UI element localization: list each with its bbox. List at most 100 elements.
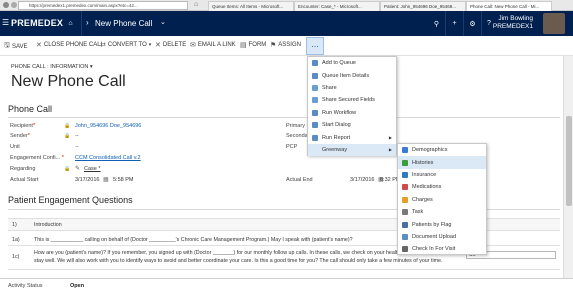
- email-icon: ✉: [190, 42, 196, 49]
- page-title: New Phone Call: [11, 73, 126, 90]
- assign-button[interactable]: ⚑ ASSIGN: [270, 41, 301, 49]
- menu-item-queue-details[interactable]: Queue Item Details: [308, 69, 396, 81]
- unit-label: Unit: [10, 144, 20, 150]
- nav-title: New Phone Call: [95, 19, 153, 28]
- tab-patient[interactable]: Patient: John_954696 Doe_95469...: [380, 1, 466, 11]
- tab-queue-items[interactable]: Queue Items: All Items - Microsoft...: [208, 1, 294, 11]
- upload-icon: [402, 233, 408, 240]
- scrollbar[interactable]: [563, 56, 573, 278]
- submenu-item-label: Check In For Visit: [412, 246, 456, 253]
- question-text: This is ___________ calling on behalf of…: [34, 237, 353, 243]
- email-link-button[interactable]: ✉ EMAIL A LINK: [190, 41, 236, 49]
- close-phone-call-button[interactable]: ✕ CLOSE PHONE CALL: [36, 41, 104, 49]
- submenu-item-charges[interactable]: Charges: [398, 194, 486, 206]
- command-bar: 🖫 SAVE ✕ CLOSE PHONE CALL ⇄ CONVERT TO ▾ ✕ DE…: [0, 36, 573, 56]
- delete-label: DELETE: [162, 42, 187, 48]
- search-button[interactable]: ⚲: [428, 11, 446, 36]
- address-bar[interactable]: https://premedex1.premedex.com/main.aspx…: [18, 1, 188, 10]
- sender-value[interactable]: --: [75, 133, 79, 139]
- breadcrumb-label: PHONE CALL : INFORMATION: [11, 64, 89, 70]
- submenu-item-histories[interactable]: Histories: [398, 156, 486, 169]
- status-label: Activity Status: [8, 283, 43, 289]
- home-nav-button[interactable]: ⌂: [60, 11, 82, 36]
- tab-phone-call[interactable]: Phone Call: New Phone Call - Mi...: [466, 1, 552, 11]
- save-button[interactable]: 🖫 SAVE: [4, 41, 28, 52]
- regarding-value[interactable]: Case *: [84, 166, 101, 172]
- actual-start-date[interactable]: 3/17/2016: [75, 177, 99, 183]
- menu-item-run-report[interactable]: Run Report ▶: [308, 131, 396, 143]
- tab-encounter[interactable]: Encounter: Case_* - Microsoft...: [294, 1, 380, 11]
- menu-item-start-dialog[interactable]: Start Dialog: [308, 119, 396, 131]
- chevron-down-icon: ▾: [89, 64, 93, 70]
- more-commands-button[interactable]: ...: [306, 37, 324, 55]
- question-text: Introduction: [34, 222, 62, 228]
- browser-toolbar: https://premedex1.premedex.com/main.aspx…: [0, 0, 573, 11]
- forward-icon[interactable]: [11, 2, 17, 8]
- chevron-down-icon: ▾: [148, 42, 152, 48]
- user-name: Jim Bowling: [498, 15, 533, 22]
- queue-icon: [312, 60, 318, 67]
- gear-icon: ⚙: [469, 20, 476, 28]
- back-icon[interactable]: [3, 2, 9, 8]
- menu-item-greenway[interactable]: Greenway ▶: [308, 143, 396, 157]
- submenu-item-label: Demographics: [412, 147, 448, 154]
- more-commands-menu: Add to Queue Queue Item Details Share Sh…: [307, 56, 397, 157]
- save-icon: 🖫: [4, 42, 10, 49]
- menu-item-add-to-queue[interactable]: Add to Queue: [308, 57, 396, 69]
- create-button[interactable]: +: [446, 11, 464, 36]
- menu-item-share[interactable]: Share: [308, 82, 396, 94]
- menu-item-share-secured[interactable]: Share Secured Fields: [308, 94, 396, 106]
- assign-icon: ⚑: [270, 42, 277, 49]
- home-icon[interactable]: ⌂: [194, 1, 198, 8]
- breadcrumb[interactable]: PHONE CALL : INFORMATION ▾: [11, 64, 93, 70]
- question-text-continued: stay well. We will also work with you to…: [34, 258, 443, 264]
- pcp-label: PCP: [286, 144, 298, 150]
- user-org: PREMEDEX1: [492, 23, 533, 30]
- menu-item-run-workflow[interactable]: Run Workflow: [308, 107, 396, 119]
- shield-icon: [312, 97, 318, 104]
- flag-icon: [402, 221, 408, 228]
- actual-end-date[interactable]: 3/17/2016: [350, 177, 374, 183]
- medications-icon: [402, 184, 408, 191]
- engagement-label: Engagement Confi... *: [10, 155, 64, 161]
- histories-icon: [402, 159, 408, 166]
- menu-item-label: Share: [322, 84, 337, 91]
- submenu-item-label: Insurance: [412, 171, 437, 178]
- form-label: FORM: [248, 42, 267, 48]
- menu-item-label: Run Workflow: [322, 109, 357, 116]
- submenu-item-demographics[interactable]: Demographics: [398, 144, 486, 156]
- scrollbar-thumb[interactable]: [566, 116, 572, 206]
- engagement-value[interactable]: CCM Consolidated Call v.2: [75, 155, 141, 161]
- question-number: 1): [12, 222, 17, 228]
- menu-icon[interactable]: ☰: [2, 18, 9, 27]
- convert-to-button[interactable]: ⇄ CONVERT TO ▾: [100, 41, 151, 49]
- insurance-icon: [402, 171, 408, 178]
- crm-navbar: ☰ PREMEDEX ⌂ › New Phone Call ⌄ ⚲ + ⚙ ? …: [0, 11, 573, 36]
- submenu-item-label: Document Upload: [412, 233, 457, 240]
- recipient-label: Recipient*: [10, 123, 35, 129]
- avatar[interactable]: [543, 13, 565, 34]
- status-value: Open: [70, 283, 85, 289]
- submenu-item-check-in[interactable]: Check In For Visit: [398, 243, 486, 255]
- unit-value[interactable]: --: [75, 144, 79, 150]
- menu-item-label: Add to Queue: [322, 60, 356, 67]
- submenu-item-medications[interactable]: Medications: [398, 181, 486, 193]
- actual-start-time[interactable]: 5:58 PM: [113, 177, 133, 183]
- chevron-down-icon[interactable]: ⌄: [160, 18, 166, 26]
- submenu-item-document-upload[interactable]: Document Upload: [398, 231, 486, 243]
- submenu-item-task[interactable]: Task: [398, 206, 486, 218]
- user-info[interactable]: Jim Bowling PREMEDEX1: [493, 15, 533, 31]
- submenu-item-insurance[interactable]: Insurance: [398, 169, 486, 181]
- chevron-right-icon: ▶: [388, 147, 392, 153]
- form-icon: ▤: [240, 42, 247, 49]
- form-button[interactable]: ▤ FORM: [240, 41, 266, 49]
- calendar-icon[interactable]: ▦: [103, 176, 109, 183]
- delete-button[interactable]: ✕ DELETE: [155, 41, 186, 49]
- menu-item-label: Start Dialog: [322, 122, 351, 129]
- section-title-phone-call: Phone Call: [8, 104, 53, 114]
- settings-button[interactable]: ⚙: [464, 11, 482, 36]
- submenu-item-patients-by-flag[interactable]: Patients by Flag: [398, 218, 486, 230]
- dialog-icon: [312, 122, 318, 129]
- recipient-value[interactable]: John_954696 Doe_954696: [75, 123, 141, 129]
- help-icon: ?: [487, 20, 491, 27]
